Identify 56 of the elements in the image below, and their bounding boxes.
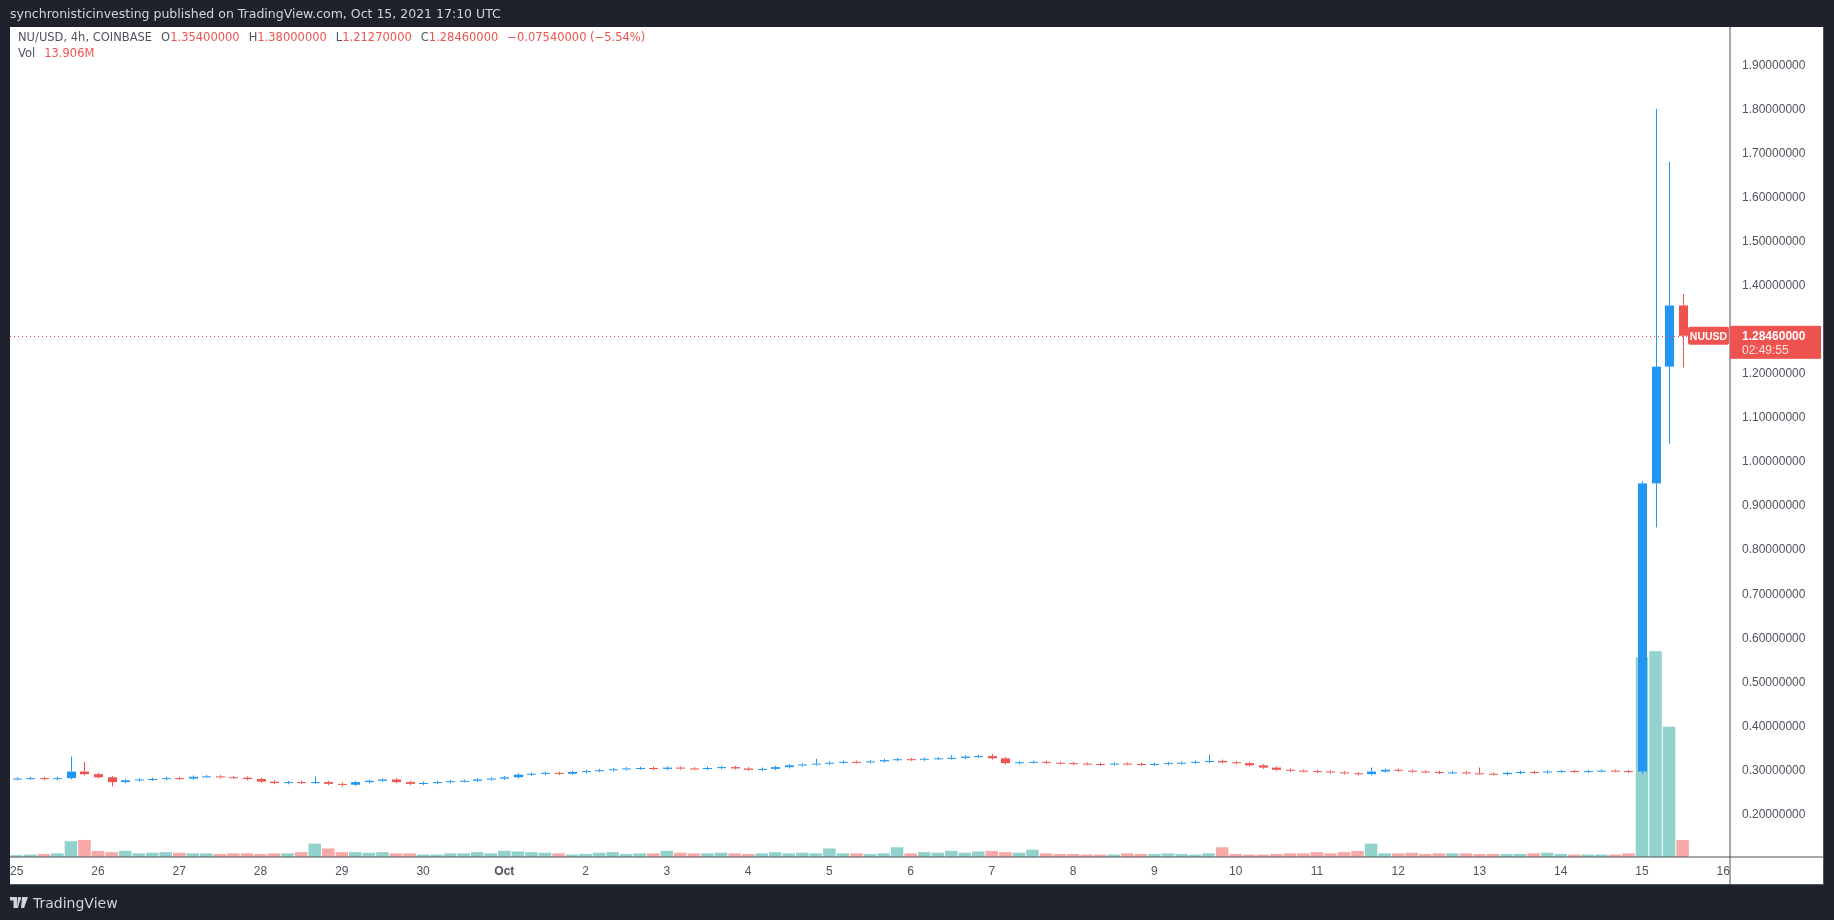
time-tick-label: 29	[335, 864, 349, 878]
price-tick-label: 1.50000000	[1742, 234, 1806, 249]
time-tick-label: 4	[744, 864, 752, 878]
ohlc-value: 1.28460000	[428, 30, 499, 44]
price-tick-label: 1.10000000	[1742, 410, 1806, 425]
price-tick-label: 0.20000000	[1742, 806, 1806, 821]
time-tick-label: 5	[826, 864, 833, 878]
time-tick-label: 9	[1151, 864, 1158, 878]
ohlc-value: 1.35400000	[170, 30, 240, 44]
ohlc-key: O	[161, 30, 171, 44]
time-tick-label: 13	[1472, 864, 1487, 878]
price-change: −0.07540000 (−5.54%)	[507, 30, 646, 44]
countdown-label: 02:49:55	[1742, 342, 1789, 357]
price-tick-label: 1.00000000	[1742, 454, 1806, 469]
time-tick-label: 6	[907, 864, 914, 878]
time-tick-label: 2	[582, 864, 589, 878]
ohlc-value: 1.21270000	[342, 30, 412, 44]
time-tick-label: 8	[1069, 864, 1077, 878]
brand-name: TradingView	[33, 894, 118, 911]
time-tick-label: 10	[1229, 864, 1243, 878]
price-tick-label: 0.90000000	[1742, 498, 1806, 513]
time-tick-label: 3	[663, 864, 671, 878]
time-tick-label: 14	[1554, 864, 1568, 878]
time-tick-label: 26	[91, 864, 105, 878]
price-tick-label: 1.90000000	[1742, 57, 1806, 72]
ohlc-key: H	[248, 30, 258, 44]
ohlc-key: L	[335, 30, 343, 44]
price-tick-label: 1.40000000	[1742, 278, 1806, 293]
price-tick-label: 0.70000000	[1742, 586, 1806, 601]
symbol-title: NU/USD, 4h, COINBASE	[18, 30, 153, 44]
volume-value: 13.906M	[44, 46, 95, 60]
price-tick-label: 1.70000000	[1742, 146, 1806, 160]
time-tick-label: 15	[1635, 864, 1649, 878]
symbol-badge: NUUSD	[1688, 326, 1729, 345]
ohlc-value: 1.38000000	[257, 30, 327, 44]
time-tick-label: 12	[1391, 864, 1405, 878]
time-tick-label: 30	[416, 864, 430, 878]
price-tick-label: 0.50000000	[1742, 674, 1806, 689]
price-tick-label: 0.40000000	[1742, 718, 1806, 733]
time-tick-label: 11	[1310, 864, 1324, 878]
time-tick-label: 7	[988, 864, 996, 878]
price-tick-label: 1.80000000	[1742, 101, 1806, 116]
time-tick-label: 16	[1716, 864, 1730, 878]
price-tick-label: 0.80000000	[1742, 542, 1806, 557]
time-tick-label: Oct	[494, 864, 515, 878]
price-tick-label: 0.60000000	[1742, 630, 1806, 645]
price-tick-label: 0.30000000	[1742, 762, 1806, 777]
volume-title: Vol	[18, 46, 36, 60]
price-tick-label: 1.20000000	[1742, 366, 1806, 381]
last-price-label: 1.28460000	[1742, 328, 1806, 343]
time-tick-label: 25	[10, 864, 24, 878]
time-tick-label: 27	[172, 864, 186, 878]
price-tick-label: 1.60000000	[1742, 190, 1806, 205]
ohlc-key: C	[420, 30, 429, 44]
publisher-caption: synchronisticinvesting published on TradingView.com, Oct 15, 2021 17:10 UTC	[9, 5, 502, 23]
time-tick-label: 28	[253, 864, 268, 878]
